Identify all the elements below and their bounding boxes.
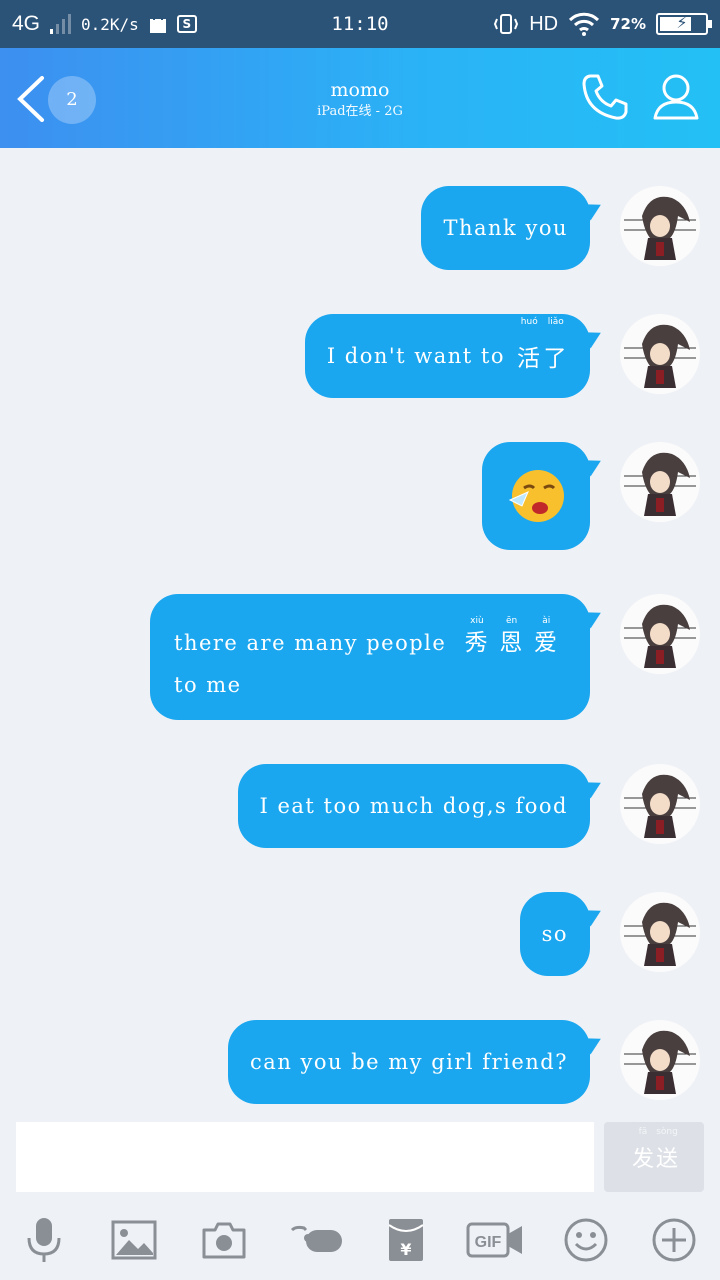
chevron-left-icon <box>17 76 44 122</box>
profile-icon[interactable] <box>652 72 700 122</box>
message-bubble[interactable] <box>482 442 590 550</box>
ruby-char: ài 爱 <box>534 616 559 656</box>
avatar[interactable] <box>620 442 700 522</box>
phone-icon[interactable] <box>580 72 630 122</box>
ruby-char: sòng 送 <box>656 1127 679 1172</box>
message-text: so <box>541 922 568 946</box>
message-text: I don't want to <box>326 344 505 368</box>
battery-percent: 72% <box>610 15 646 33</box>
camera-icon[interactable] <box>200 1216 248 1264</box>
message-bubble[interactable]: can you be my girl friend? <box>228 1020 590 1104</box>
message-text: Thank you <box>443 216 568 240</box>
status-bar: 4G 0.2K/s S 11:10 HD 72% ⚡ <box>0 0 720 48</box>
bag-icon <box>149 14 166 33</box>
battery-icon: ⚡ <box>656 13 712 35</box>
network-type: 4G <box>12 12 41 35</box>
ruby-char: ēn 恩 <box>499 616 524 656</box>
message-bubble[interactable]: Thank you <box>421 186 590 270</box>
message-text: I eat too much dog,s food <box>259 794 568 818</box>
network-speed: 0.2K/s <box>81 14 139 34</box>
image-icon[interactable] <box>110 1216 158 1264</box>
input-toolbar: ¥ GIF <box>0 1200 720 1280</box>
red-packet-icon[interactable]: ¥ <box>382 1216 430 1264</box>
message-text: can you be my girl friend? <box>250 1050 568 1074</box>
message-bubble[interactable]: I don't want to huó 活 liǎo 了 <box>304 314 590 398</box>
signal-icon <box>50 14 72 34</box>
ruby-char: fā 发 <box>631 1127 654 1172</box>
avatar[interactable] <box>620 186 700 266</box>
microphone-icon[interactable] <box>20 1216 68 1264</box>
avatar[interactable] <box>620 892 700 972</box>
send-button[interactable]: fā 发 sòng 送 <box>604 1122 704 1192</box>
vibrate-icon <box>494 14 519 34</box>
contact-status: iPad在线 - 2G <box>317 104 403 119</box>
message-bubble[interactable]: so <box>519 892 590 976</box>
chat-header: 2 momo iPad在线 - 2G <box>0 48 720 148</box>
avatar[interactable] <box>620 594 700 674</box>
back-button[interactable]: 2 <box>12 74 102 124</box>
message-line: to me <box>174 673 242 697</box>
gif-icon[interactable]: GIF <box>466 1216 524 1264</box>
emoji-icon[interactable] <box>562 1216 610 1264</box>
avatar[interactable] <box>620 764 700 844</box>
wifi-icon <box>569 12 600 36</box>
plus-icon[interactable] <box>650 1216 698 1264</box>
message-bubble[interactable]: there are many people xiù 秀 ēn 恩 ài 爱 to me <box>150 594 590 720</box>
chat-title[interactable]: momo iPad在线 - 2G <box>200 78 520 122</box>
unread-badge: 2 <box>48 76 96 124</box>
ruby-char: xiù 秀 <box>464 616 490 656</box>
poke-icon[interactable] <box>290 1216 346 1264</box>
message-bubble[interactable]: I eat too much dog,s food <box>237 764 590 848</box>
ruby-char: liǎo 了 <box>543 317 568 372</box>
sim-icon: S <box>176 15 197 33</box>
hd-indicator: HD <box>529 12 559 35</box>
contact-name: momo <box>330 79 390 101</box>
avatar[interactable] <box>620 1020 700 1100</box>
ruby-char: huó 活 <box>517 317 542 372</box>
svg-text:¥: ¥ <box>400 1240 411 1259</box>
crying-face-emoji <box>508 470 564 522</box>
message-line: there are many people xiù 秀 ēn 恩 ài 爱 <box>174 616 566 664</box>
avatar[interactable] <box>620 314 700 394</box>
message-input[interactable] <box>16 1122 594 1192</box>
svg-text:GIF: GIF <box>475 1234 502 1251</box>
